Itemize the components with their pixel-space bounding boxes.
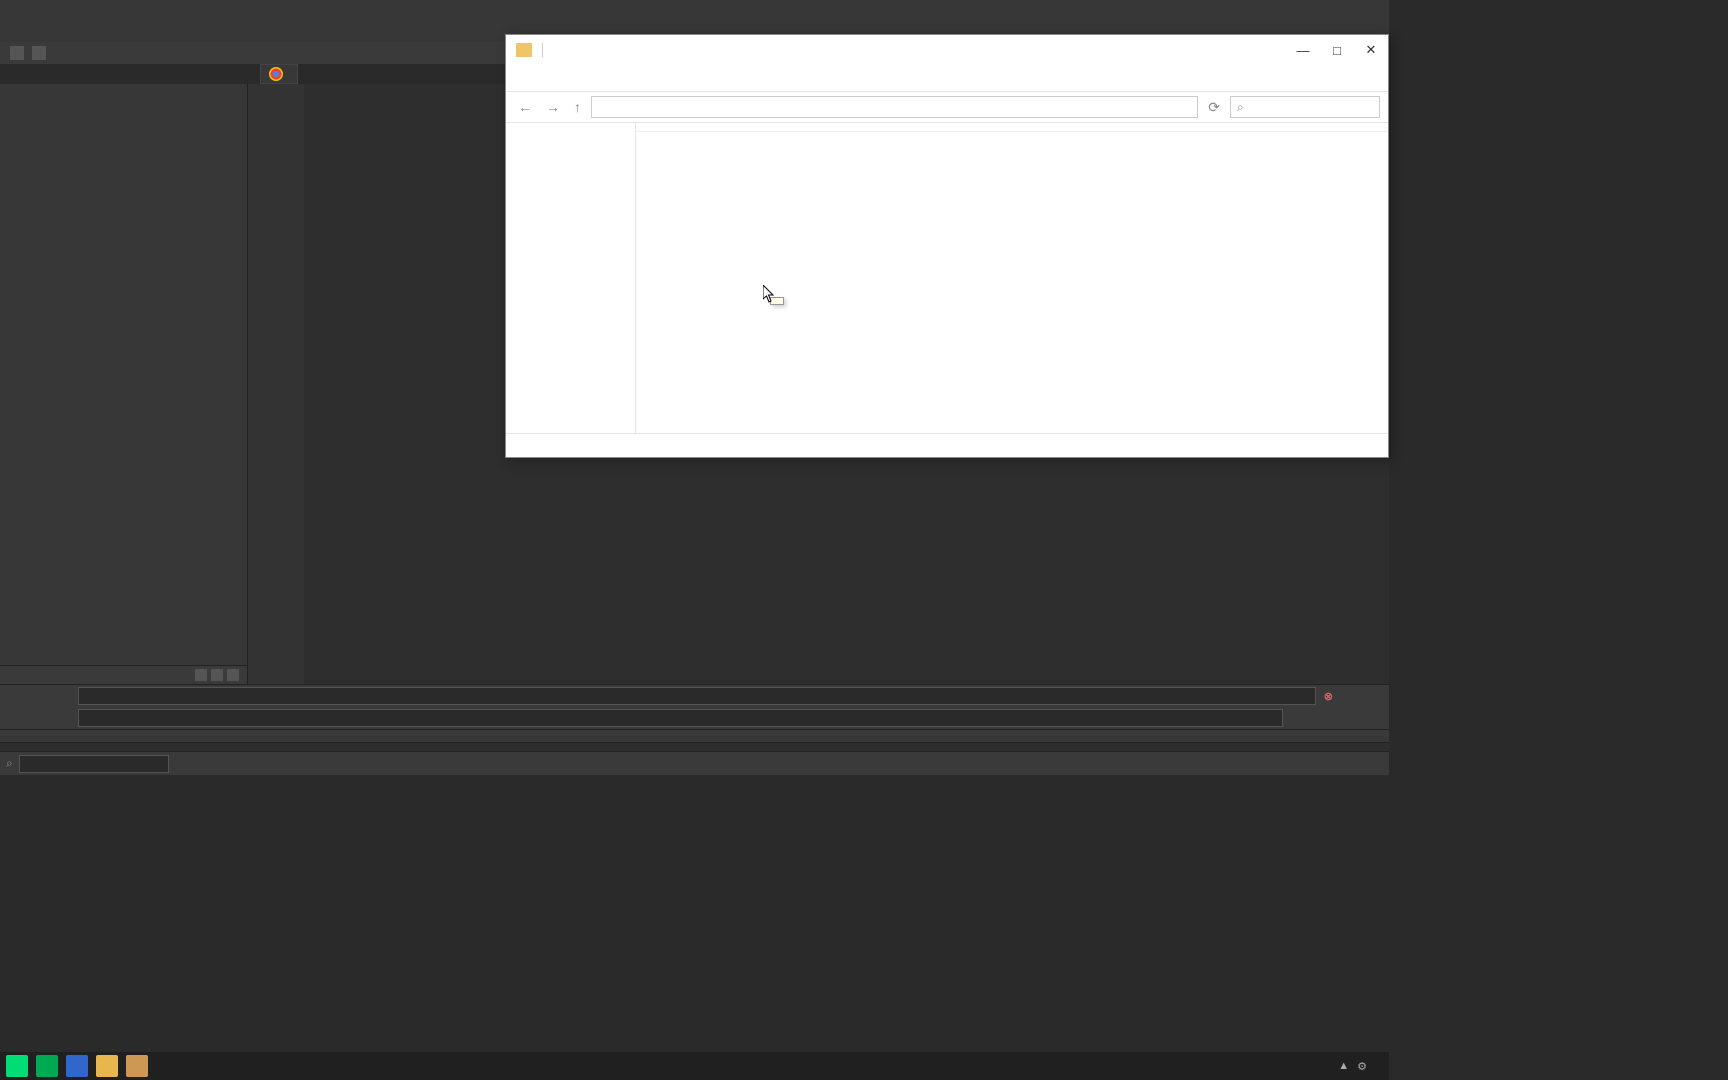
output-pane (0, 729, 1389, 751)
address-bar-row: ← → ↑ ⟳ ⌕ (506, 91, 1388, 123)
minimize-button[interactable]: — (1286, 35, 1320, 65)
explorer-search[interactable]: ⌕ (1230, 96, 1380, 118)
replace-input[interactable] (78, 709, 1283, 727)
nav-back-icon[interactable]: ← (514, 99, 536, 115)
column-headers[interactable] (636, 123, 1388, 132)
file-explorer-window: — □ ✕ ← → ↑ ⟳ ⌕ (505, 34, 1389, 458)
folder-icon (516, 43, 532, 57)
search-icon: ⌕ (6, 756, 13, 771)
refresh-icon[interactable]: ⟳ (1204, 99, 1224, 116)
project-tree[interactable] (0, 84, 247, 665)
taskbar-app-3[interactable] (66, 1055, 88, 1077)
nav-fwd-icon[interactable]: → (542, 99, 564, 115)
window-title (0, 0, 1389, 20)
open-documents-header (0, 666, 247, 684)
locator-bar: ⌕ (0, 751, 1389, 775)
find-input[interactable] (78, 687, 1316, 705)
nav-up-icon[interactable]: ↑ (570, 99, 585, 115)
explorer-nav-tree[interactable] (506, 123, 636, 433)
locator-input[interactable] (19, 755, 169, 773)
panel-header-icons[interactable] (195, 669, 239, 681)
explorer-statusbar (506, 433, 1388, 455)
find-replace-bar: ⊗ (0, 684, 1389, 729)
taskbar-app-2[interactable] (36, 1055, 58, 1077)
explorer-titlebar[interactable]: — □ ✕ (506, 35, 1388, 65)
output-body[interactable] (0, 743, 1389, 751)
close-button[interactable]: ✕ (1354, 35, 1388, 65)
fwd-icon[interactable] (32, 46, 46, 60)
system-tray[interactable]: ▲ ⚙ (1338, 1060, 1383, 1073)
tray-icon[interactable]: ▲ (1338, 1060, 1349, 1072)
editor-tab-active[interactable] (260, 64, 298, 84)
maximize-button[interactable]: □ (1320, 35, 1354, 65)
taskbar-app-4[interactable] (96, 1055, 118, 1077)
tray-icon[interactable]: ⚙ (1357, 1060, 1367, 1073)
breadcrumb[interactable] (591, 96, 1198, 118)
output-tabs[interactable] (0, 736, 1389, 743)
back-icon[interactable] (10, 46, 24, 60)
file-tooltip (770, 297, 784, 305)
chrome-icon (269, 67, 283, 81)
ribbon-tabs[interactable] (506, 65, 1388, 91)
editor-gutter (248, 84, 304, 684)
taskbar-app-5[interactable] (126, 1055, 148, 1077)
open-documents-panel (0, 665, 247, 684)
find-clear-icon[interactable]: ⊗ (1324, 690, 1333, 703)
left-sidebar (0, 84, 248, 684)
windows-taskbar[interactable]: ▲ ⚙ (0, 1052, 1389, 1080)
explorer-file-list[interactable] (636, 123, 1388, 433)
taskbar-app-1[interactable] (6, 1055, 28, 1077)
search-icon: ⌕ (1237, 100, 1244, 115)
